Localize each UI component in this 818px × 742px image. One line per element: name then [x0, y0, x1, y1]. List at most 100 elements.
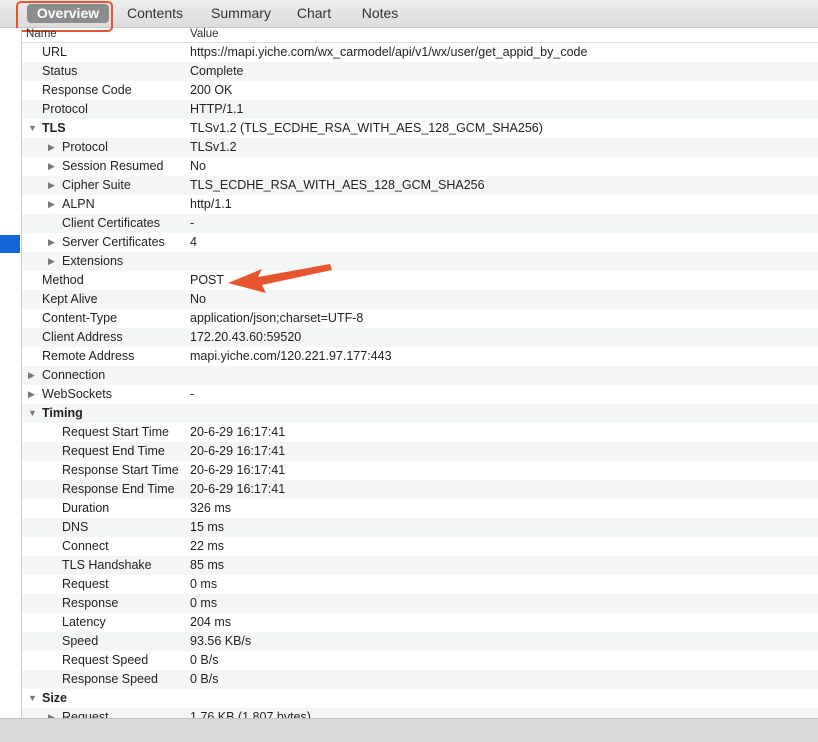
- row-value: TLSv1.2: [190, 140, 237, 154]
- table-row[interactable]: Kept Alive No: [22, 290, 818, 309]
- disclosure-collapsed-icon[interactable]: ▶: [28, 366, 35, 385]
- row-name: Kept Alive: [42, 292, 98, 306]
- disclosure-collapsed-icon[interactable]: ▶: [28, 385, 35, 404]
- row-name: Size: [42, 691, 68, 705]
- table-row[interactable]: ▶ Connection: [22, 366, 818, 385]
- disclosure-collapsed-icon[interactable]: ▶: [48, 176, 55, 195]
- table-row[interactable]: Response End Time 20-6-29 16:17:41: [22, 480, 818, 499]
- table-row[interactable]: ▼ Size: [22, 689, 818, 708]
- annotation-arrow-icon: [228, 264, 332, 293]
- row-value: 20-6-29 16:17:41: [190, 463, 286, 477]
- tab-bar: Overview Contents Summary Chart Notes: [0, 0, 818, 28]
- row-value: 0 ms: [190, 596, 218, 610]
- row-value: 326 ms: [190, 501, 231, 515]
- tab-notes[interactable]: Notes: [354, 4, 406, 23]
- row-value: 0 B/s: [190, 653, 219, 667]
- row-name: WebSockets: [42, 387, 112, 401]
- row-name: Content-Type: [42, 311, 118, 325]
- row-value: TLSv1.2 (TLS_ECDHE_RSA_WITH_AES_128_GCM_…: [190, 121, 543, 135]
- tab-summary[interactable]: Summary: [203, 4, 279, 23]
- tab-chart[interactable]: Chart: [290, 4, 338, 23]
- row-name: Request End Time: [62, 444, 165, 458]
- table-row[interactable]: Request End Time 20-6-29 16:17:41: [22, 442, 818, 461]
- row-name: TLS Handshake: [62, 558, 152, 572]
- row-value: No: [190, 292, 206, 306]
- table-row[interactable]: ▶ Server Certificates 4: [22, 233, 818, 252]
- disclosure-collapsed-icon[interactable]: ▶: [48, 233, 55, 252]
- table-row[interactable]: Response Speed 0 B/s: [22, 670, 818, 689]
- table-row[interactable]: Client Certificates -: [22, 214, 818, 233]
- row-value: 204 ms: [190, 615, 231, 629]
- row-name: DNS: [62, 520, 89, 534]
- table-row[interactable]: Response Start Time 20-6-29 16:17:41: [22, 461, 818, 480]
- tab-contents[interactable]: Contents: [118, 4, 192, 23]
- disclosure-expanded-icon[interactable]: ▼: [28, 404, 37, 423]
- row-name: Cipher Suite: [62, 178, 131, 192]
- disclosure-expanded-icon[interactable]: ▼: [28, 119, 37, 138]
- table-row[interactable]: ▼ TLS TLSv1.2 (TLS_ECDHE_RSA_WITH_AES_128_…: [22, 119, 818, 138]
- table-row[interactable]: ▶ ALPN http/1.1: [22, 195, 818, 214]
- table-row[interactable]: ▶ WebSockets -: [22, 385, 818, 404]
- row-value: No: [190, 159, 206, 173]
- row-name: Latency: [62, 615, 106, 629]
- row-name: Response Speed: [62, 672, 158, 686]
- table-row[interactable]: Duration 326 ms: [22, 499, 818, 518]
- row-value: 20-6-29 16:17:41: [190, 444, 286, 458]
- row-name: Session Resumed: [62, 159, 164, 173]
- row-value: -: [190, 387, 195, 401]
- table-row[interactable]: TLS Handshake 85 ms: [22, 556, 818, 575]
- row-name: Status: [42, 64, 78, 78]
- table-row[interactable]: Connect 22 ms: [22, 537, 818, 556]
- table-row[interactable]: URL https://mapi.yiche.com/wx_carmodel/ap…: [22, 43, 818, 62]
- row-name: Client Certificates: [62, 216, 160, 230]
- row-value: 200 OK: [190, 83, 233, 97]
- disclosure-collapsed-icon[interactable]: ▶: [48, 157, 55, 176]
- table-row[interactable]: ▶ Session Resumed No: [22, 157, 818, 176]
- status-bar: [0, 718, 818, 742]
- table-row[interactable]: Speed 93.56 KB/s: [22, 632, 818, 651]
- table-row[interactable]: Remote Address mapi.yiche.com/120.221.97.…: [22, 347, 818, 366]
- row-value: HTTP/1.1: [190, 102, 244, 116]
- column-header-value[interactable]: Value: [190, 28, 219, 41]
- table-row[interactable]: Request Speed 0 B/s: [22, 651, 818, 670]
- row-name: Duration: [62, 501, 110, 515]
- row-value: application/json;charset=UTF-8: [190, 311, 364, 325]
- sidebar: [0, 28, 22, 718]
- row-value: 22 ms: [190, 539, 225, 553]
- row-value: 0 ms: [190, 577, 218, 591]
- row-name: Response Start Time: [62, 463, 179, 477]
- table-row[interactable]: ▶ Cipher Suite TLS_ECDHE_RSA_WITH_AES_128_…: [22, 176, 818, 195]
- row-value: 20-6-29 16:17:41: [190, 425, 286, 439]
- row-name: Remote Address: [42, 349, 135, 363]
- disclosure-collapsed-icon[interactable]: ▶: [48, 252, 55, 271]
- table-row[interactable]: ▼ Timing: [22, 404, 818, 423]
- sidebar-selected-item[interactable]: [0, 235, 20, 253]
- table-row[interactable]: DNS 15 ms: [22, 518, 818, 537]
- row-name: Response: [62, 596, 119, 610]
- table-row[interactable]: Request 0 ms: [22, 575, 818, 594]
- row-value: 85 ms: [190, 558, 225, 572]
- disclosure-collapsed-icon[interactable]: ▶: [48, 195, 55, 214]
- column-header-name[interactable]: Name: [26, 28, 57, 41]
- row-name: Connection: [42, 368, 106, 382]
- table-row[interactable]: ▶ Extensions: [22, 252, 818, 271]
- table-row[interactable]: Status Complete: [22, 62, 818, 81]
- table-row[interactable]: Response Code 200 OK: [22, 81, 818, 100]
- row-value: 4: [190, 235, 197, 249]
- table-row[interactable]: Client Address 172.20.43.60:59520: [22, 328, 818, 347]
- table-row[interactable]: ▶ Protocol TLSv1.2: [22, 138, 818, 157]
- tab-overview[interactable]: Overview: [27, 4, 109, 23]
- table-row[interactable]: Protocol HTTP/1.1: [22, 100, 818, 119]
- table-row[interactable]: Content-Type application/json;charset=UTF…: [22, 309, 818, 328]
- row-name: Protocol: [42, 102, 88, 116]
- row-name: Request Start Time: [62, 425, 169, 439]
- table-row[interactable]: Latency 204 ms: [22, 613, 818, 632]
- row-name: Protocol: [62, 140, 108, 154]
- row-name: Response End Time: [62, 482, 175, 496]
- table-row[interactable]: Request Start Time 20-6-29 16:17:41: [22, 423, 818, 442]
- disclosure-expanded-icon[interactable]: ▼: [28, 689, 37, 708]
- table-row[interactable]: Response 0 ms: [22, 594, 818, 613]
- table-row[interactable]: Method POST: [22, 271, 818, 290]
- row-name: URL: [42, 45, 68, 59]
- disclosure-collapsed-icon[interactable]: ▶: [48, 138, 55, 157]
